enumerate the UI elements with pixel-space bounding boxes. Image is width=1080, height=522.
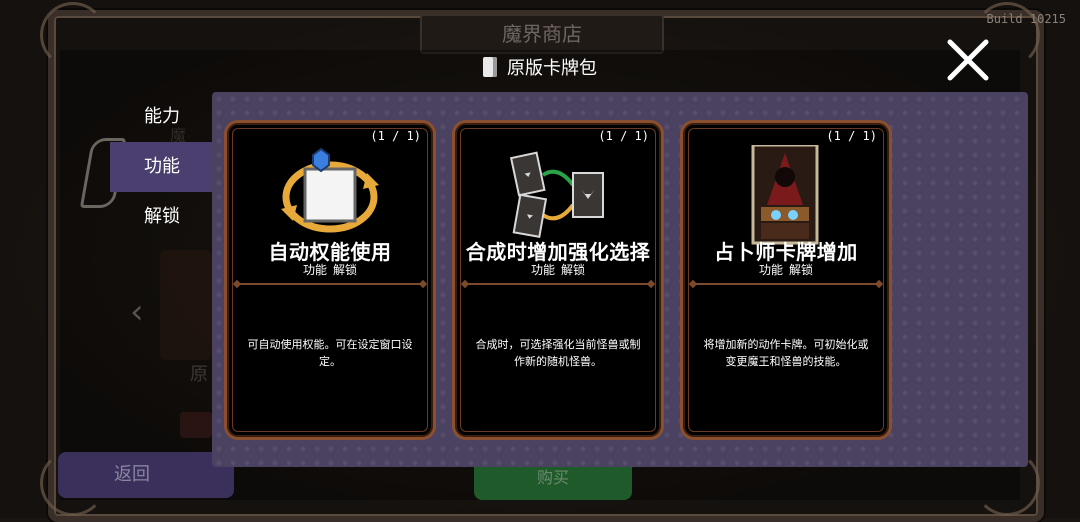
card-tag: 解锁 <box>333 263 358 277</box>
tab-unlock[interactable]: 解锁 <box>110 192 214 242</box>
card-tags: 功能 解锁 <box>227 261 433 278</box>
card-merge-icon <box>509 151 604 238</box>
close-icon <box>947 39 989 81</box>
card-auto-ability[interactable]: (1 / 1) 自动权能使用 功能 解锁 可自动使用权能。可在设定窗口设定。 <box>224 120 436 440</box>
card-tag: 功能 <box>530 263 555 277</box>
card-tags: 功能 解锁 <box>683 261 889 278</box>
card-count: (1 / 1) <box>598 129 649 143</box>
divider <box>237 283 423 285</box>
back-button[interactable]: 返回 <box>58 452 234 498</box>
build-number: Build 10215 <box>986 12 1066 26</box>
auto-cycle-icon <box>281 147 379 233</box>
card-tag: 功能 <box>758 263 783 277</box>
card-fortune-teller[interactable]: (1 / 1) 占卜师卡牌增加 功能 解锁 将增加新的动作卡牌。可初始化或变更魔王… <box>680 120 892 440</box>
card-count: (1 / 1) <box>370 129 421 143</box>
tab-function[interactable]: 功能 <box>110 142 214 192</box>
divider <box>693 283 879 285</box>
card-pack-icon <box>483 57 497 77</box>
tab-ability[interactable]: 能力 <box>110 92 214 142</box>
card-tag: 解锁 <box>789 263 814 277</box>
card-tags: 功能 解锁 <box>455 261 661 278</box>
card-description: 合成时，可选择强化当前怪兽或制作新的随机怪兽。 <box>475 338 641 368</box>
close-button[interactable] <box>944 36 992 84</box>
fortune-teller-card-icon <box>751 145 819 245</box>
chevron-left-icon[interactable]: ‹ <box>130 292 144 332</box>
card-tag: 功能 <box>302 263 327 277</box>
card-description: 将增加新的动作卡牌。可初始化或变更魔王和怪兽的技能。 <box>703 338 869 368</box>
divider <box>465 283 651 285</box>
modal-title-text: 原版卡牌包 <box>507 58 597 79</box>
card-merge-choice[interactable]: (1 / 1) 合成时增加强化选择 功能 解锁 合成时，可选择强化当前怪兽或制作新… <box>452 120 664 440</box>
card-description: 可自动使用权能。可在设定窗口设定。 <box>247 338 413 368</box>
card-tag: 解锁 <box>561 263 586 277</box>
modal-header: 原版卡牌包 <box>60 46 1020 88</box>
modal-title: 原版卡牌包 <box>60 54 1020 80</box>
category-tabs: 能力 功能 解锁 <box>110 92 214 242</box>
card-count: (1 / 1) <box>826 129 877 143</box>
